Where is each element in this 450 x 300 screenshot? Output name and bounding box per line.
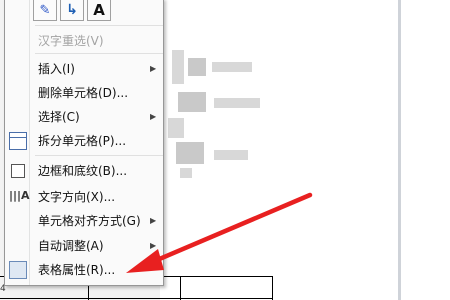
annotation-arrow [126,192,313,273]
